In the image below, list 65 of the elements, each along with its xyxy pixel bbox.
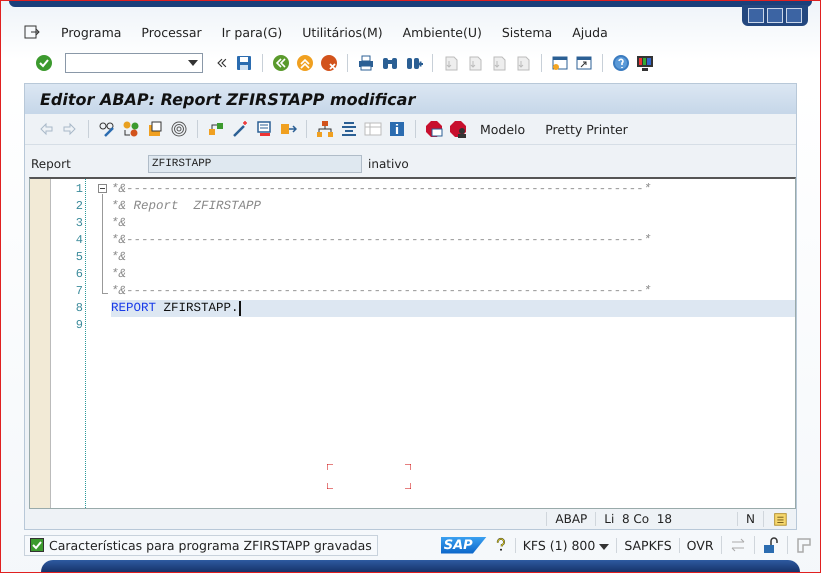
toolbar-button[interactable]: Modelo [473, 122, 532, 136]
code-line: *& [111, 266, 128, 283]
activate-icon[interactable] [146, 120, 164, 138]
code-line: *& [111, 249, 128, 266]
line-number: 1 [74, 181, 84, 198]
report-field[interactable]: ZFIRSTAPP [148, 155, 362, 173]
monitor-icon[interactable] [636, 54, 654, 72]
insert-mode[interactable]: OVR [678, 538, 721, 552]
stop-user-icon[interactable] [449, 120, 467, 138]
glasses-pencil-icon[interactable] [98, 120, 116, 138]
screen-title: Editor ABAP: Report ZFIRSTAPP modificar [25, 84, 796, 114]
align-center-icon[interactable] [340, 120, 358, 138]
maximize-button[interactable] [767, 8, 783, 23]
menu-item[interactable]: Processar [131, 24, 212, 40]
line-number: 9 [74, 317, 84, 334]
help-icon[interactable] [612, 54, 630, 72]
spiral-icon[interactable] [170, 120, 188, 138]
info-icon[interactable] [388, 120, 406, 138]
menu-icon[interactable] [23, 23, 41, 41]
shortcut-window-icon[interactable] [575, 54, 593, 72]
line-number: 7 [74, 283, 84, 300]
menu-item[interactable]: Sistema [492, 24, 562, 40]
code-line: *&---------------------------------------------------------------------* [111, 181, 652, 198]
hierarchy-icon[interactable] [316, 120, 334, 138]
display-object-icon[interactable] [255, 120, 273, 138]
line-number: 3 [74, 215, 84, 232]
line-number: 4 [74, 232, 84, 249]
menu-item[interactable]: Ajuda [562, 24, 618, 40]
language-indicator: ABAP [546, 512, 596, 526]
line-number: 8 [74, 300, 84, 317]
back-icon[interactable] [272, 54, 290, 72]
code-line: *&---------------------------------------------------------------------* [111, 232, 652, 249]
system-selector[interactable]: KFS (1) 800 [514, 538, 616, 552]
line-number: 5 [74, 249, 84, 266]
object-list-icon[interactable] [207, 120, 225, 138]
menu-item[interactable]: Utilitários(M) [292, 24, 393, 40]
menu-item[interactable]: Ambiente(U) [392, 24, 492, 40]
cursor-position: Li 8 Co 18 [595, 512, 680, 526]
menu-item[interactable]: Programa [51, 24, 132, 40]
print-icon[interactable] [357, 54, 375, 72]
mode-indicator: N [737, 512, 763, 526]
status-text: inativo [368, 157, 409, 171]
new-window-icon[interactable] [551, 54, 569, 72]
cancel-icon[interactable] [320, 54, 338, 72]
line-number: 2 [74, 198, 84, 215]
line-number: 6 [74, 266, 84, 283]
field-label: Report [31, 157, 72, 171]
code-line: *& [111, 215, 128, 232]
save-icon[interactable] [235, 54, 253, 72]
magic-wand-icon[interactable] [231, 120, 249, 138]
minimize-button[interactable] [748, 8, 764, 23]
success-icon [30, 538, 44, 552]
close-button[interactable] [786, 8, 802, 23]
logo: SAP [440, 536, 487, 554]
message-text: Características para programa ZFIRSTAPP gravadas [49, 538, 372, 552]
collapse-icon[interactable] [98, 184, 107, 193]
program-name: SAPKFS [616, 538, 679, 552]
command-field[interactable] [65, 53, 203, 73]
checkmark-icon[interactable] [35, 54, 53, 72]
check-objects-icon[interactable] [122, 120, 140, 138]
toolbar-button[interactable]: Pretty Printer [538, 122, 635, 136]
code-line: *&---------------------------------------------------------------------* [111, 283, 652, 300]
code-line: *& Report ZFIRSTAPP [111, 198, 262, 215]
stop-screen-icon[interactable] [425, 120, 443, 138]
menu-item[interactable]: Ir para(G) [212, 24, 292, 40]
